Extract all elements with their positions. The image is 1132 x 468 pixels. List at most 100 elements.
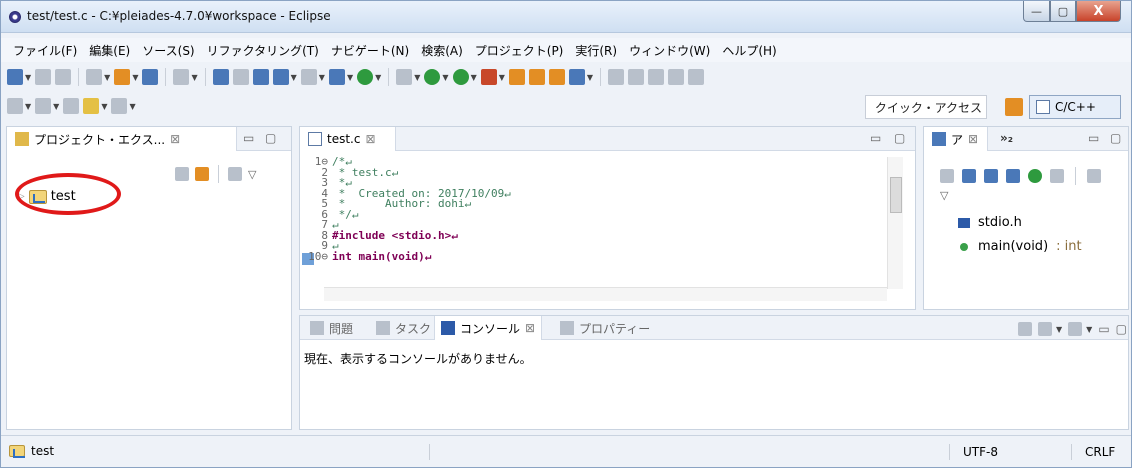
open-resource-icon[interactable] bbox=[548, 69, 565, 85]
view-menu-icon[interactable]: ▽ bbox=[248, 168, 256, 181]
menu-edit[interactable]: 編集(E) bbox=[83, 42, 136, 59]
hide-nonpublic-icon[interactable] bbox=[1028, 169, 1042, 183]
new-folder-icon[interactable] bbox=[300, 69, 317, 85]
new-class-icon[interactable] bbox=[357, 69, 374, 85]
hide-macro-icon[interactable] bbox=[1050, 169, 1064, 183]
new-class-dropdown-icon[interactable]: ▼ bbox=[375, 73, 381, 82]
menu-navigate[interactable]: ナビゲート(N) bbox=[325, 42, 415, 59]
new-file-icon[interactable] bbox=[328, 69, 345, 85]
menu-help[interactable]: ヘルプ(H) bbox=[716, 42, 782, 59]
close-tab-icon[interactable]: ⊠ bbox=[525, 321, 535, 335]
search-icon[interactable] bbox=[568, 69, 585, 85]
more-views-button[interactable]: »₂ bbox=[1000, 131, 1013, 145]
open-type-icon[interactable] bbox=[508, 69, 525, 85]
new-dropdown-icon[interactable]: ▼ bbox=[25, 73, 31, 82]
binary-icon[interactable] bbox=[142, 69, 159, 85]
menu-window[interactable]: ウィンドウ(W) bbox=[623, 42, 716, 59]
coverage-dropdown-icon[interactable]: ▼ bbox=[471, 73, 477, 82]
external-tools-dropdown-icon[interactable]: ▼ bbox=[499, 73, 505, 82]
maximize-view-icon[interactable]: ▢ bbox=[1110, 131, 1121, 145]
menu-source[interactable]: ソース(S) bbox=[136, 42, 200, 59]
minimize-button[interactable]: — bbox=[1023, 1, 1050, 22]
collapse-all-icon[interactable] bbox=[940, 169, 954, 183]
scroll-thumb[interactable] bbox=[890, 177, 902, 213]
maximize-button[interactable]: ▢ bbox=[1050, 1, 1076, 22]
hide-static-icon[interactable] bbox=[1006, 169, 1020, 183]
toggle-word-wrap-icon[interactable] bbox=[648, 69, 665, 85]
maximize-view-icon[interactable]: ▢ bbox=[1116, 322, 1127, 336]
build-dropdown-icon[interactable]: ▼ bbox=[132, 73, 138, 82]
pilcrow-icon[interactable] bbox=[688, 69, 705, 85]
minimize-view-icon[interactable]: ▭ bbox=[870, 131, 881, 145]
tab-console[interactable]: コンソール ⊠ bbox=[434, 316, 543, 340]
last-edit-location-icon[interactable] bbox=[63, 98, 80, 114]
outline-item-stdio[interactable]: stdio.h bbox=[958, 215, 1022, 230]
debug-config-dropdown-icon[interactable]: ▼ bbox=[191, 73, 197, 82]
open-console-icon[interactable] bbox=[1068, 322, 1083, 336]
menu-refactor[interactable]: リファクタリング(T) bbox=[201, 42, 325, 59]
close-tab-icon[interactable]: ⊠ bbox=[968, 132, 978, 146]
sort-icon[interactable] bbox=[962, 169, 976, 183]
focus-icon[interactable] bbox=[228, 167, 242, 181]
editor-vertical-scrollbar[interactable] bbox=[887, 157, 903, 289]
new-file-dropdown-icon[interactable]: ▼ bbox=[347, 73, 353, 82]
forward-arrow-icon[interactable] bbox=[111, 98, 128, 114]
pin-console-icon[interactable] bbox=[1018, 322, 1032, 336]
previous-annotation-icon[interactable] bbox=[35, 98, 52, 114]
close-tab-icon[interactable]: ⊠ bbox=[365, 132, 375, 146]
console-icon[interactable] bbox=[212, 69, 229, 85]
tab-properties[interactable]: プロパティー bbox=[554, 316, 656, 340]
build-hammer-icon[interactable] bbox=[114, 69, 131, 85]
debug-config-icon[interactable] bbox=[173, 69, 190, 85]
minimize-view-icon[interactable]: ▭ bbox=[1098, 322, 1109, 336]
debug-bug-icon[interactable] bbox=[396, 69, 413, 85]
hide-fields-icon[interactable] bbox=[984, 169, 998, 183]
tab-project-explorer[interactable]: プロジェクト・エクス... ⊠ bbox=[7, 127, 237, 151]
target-icon[interactable] bbox=[86, 69, 103, 85]
menu-file[interactable]: ファイル(F) bbox=[7, 42, 83, 59]
outline-item-main[interactable]: main(void) : int bbox=[958, 239, 1082, 254]
maximize-view-icon[interactable]: ▢ bbox=[265, 131, 276, 145]
collapse-all-icon[interactable] bbox=[175, 167, 189, 181]
target-dropdown-icon[interactable]: ▼ bbox=[104, 73, 110, 82]
new-icon[interactable] bbox=[7, 69, 23, 85]
toggle-mark-occurrences-icon[interactable] bbox=[608, 69, 625, 85]
next-annotation-icon[interactable] bbox=[7, 98, 23, 114]
tab-test-c[interactable]: test.c ⊠ bbox=[300, 127, 396, 151]
debug-dropdown-icon[interactable]: ▼ bbox=[414, 73, 420, 82]
next-annotation-dropdown-icon[interactable]: ▼ bbox=[25, 102, 31, 111]
open-console-dropdown-icon[interactable]: ▼ bbox=[1086, 325, 1092, 334]
minimize-view-icon[interactable]: ▭ bbox=[1088, 131, 1099, 145]
external-tools-icon[interactable] bbox=[480, 69, 497, 85]
toggle-block-icon[interactable] bbox=[628, 69, 645, 85]
code-editor[interactable]: 1⊖/*↵ 2 * test.c↵ 3 *↵ 4 * Created on: 2… bbox=[304, 156, 880, 285]
new-folder-dropdown-icon[interactable]: ▼ bbox=[319, 73, 325, 82]
coverage-icon[interactable] bbox=[452, 69, 469, 85]
maximize-view-icon[interactable]: ▢ bbox=[894, 131, 905, 145]
run-icon[interactable] bbox=[424, 69, 441, 85]
tab-outline[interactable]: ア ⊠ bbox=[924, 127, 988, 151]
previous-annotation-dropdown-icon[interactable]: ▼ bbox=[53, 102, 59, 111]
status-line-ending[interactable]: CRLF bbox=[1085, 445, 1115, 459]
new-project-dropdown-icon[interactable]: ▼ bbox=[291, 73, 297, 82]
menu-project[interactable]: プロジェクト(P) bbox=[469, 42, 570, 59]
skip-breakpoints-icon[interactable] bbox=[232, 69, 249, 85]
display-console-icon[interactable] bbox=[1038, 322, 1052, 336]
back-arrow-icon[interactable] bbox=[83, 98, 100, 114]
minimize-view-icon[interactable]: ▭ bbox=[243, 131, 254, 145]
menu-run[interactable]: 実行(R) bbox=[569, 42, 623, 59]
show-whitespace-icon[interactable] bbox=[668, 69, 685, 85]
save-all-icon[interactable] bbox=[55, 69, 72, 85]
tab-problems[interactable]: 問題 bbox=[304, 316, 359, 340]
open-perspective-icon[interactable] bbox=[1005, 98, 1023, 116]
settings-icon[interactable] bbox=[252, 69, 269, 85]
quick-access-input[interactable]: クイック・アクセス bbox=[865, 95, 987, 119]
save-icon[interactable] bbox=[35, 69, 52, 85]
status-encoding[interactable]: UTF-8 bbox=[963, 445, 998, 459]
run-dropdown-icon[interactable]: ▼ bbox=[442, 73, 448, 82]
editor-horizontal-scrollbar[interactable] bbox=[324, 287, 887, 301]
perspective-button[interactable]: C/C++ bbox=[1029, 95, 1121, 119]
focus-icon[interactable] bbox=[1087, 169, 1101, 183]
view-menu-icon[interactable]: ▽ bbox=[940, 189, 948, 202]
menu-search[interactable]: 検索(A) bbox=[415, 42, 469, 59]
